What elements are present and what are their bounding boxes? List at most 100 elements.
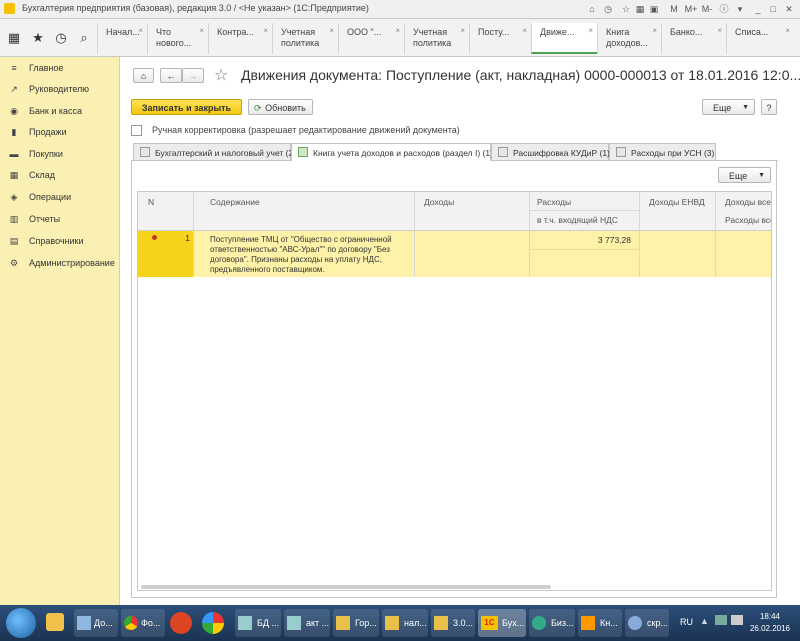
search-icon[interactable]: ⌕ xyxy=(75,29,93,47)
taskbar-item[interactable]: Биз... xyxy=(529,609,575,637)
window-title-bar: Бухгалтерия предприятия (базовая), редак… xyxy=(0,0,800,19)
back-button[interactable]: ← xyxy=(160,68,182,83)
clock-date[interactable]: 26.02.2016 xyxy=(748,624,792,633)
col-income-all-header[interactable]: Доходы всег xyxy=(725,197,771,207)
clock-time[interactable]: 18:44 xyxy=(750,612,790,621)
tab-organization[interactable]: ООО "... × xyxy=(338,23,404,54)
close-tab-icon[interactable]: × xyxy=(588,25,593,36)
tab-income-expense-book[interactable]: Книга учета доходов и расходов (раздел I… xyxy=(291,143,493,161)
sidebar-item-main[interactable]: ≡ Главное xyxy=(8,63,118,79)
close-tab-icon[interactable]: × xyxy=(199,25,204,36)
close-tab-icon[interactable]: × xyxy=(785,25,790,36)
close-icon[interactable]: ✕ xyxy=(783,3,795,15)
minimize-icon[interactable]: _ xyxy=(752,3,764,15)
sidebar-item-warehouse[interactable]: ▦ Склад xyxy=(8,170,118,186)
tab-accounting-tax[interactable]: Бухгалтерский и налоговый учет (2) xyxy=(133,143,296,160)
sections-grid-icon[interactable]: ▦ xyxy=(5,29,23,47)
tab-home[interactable]: Начал... × xyxy=(97,23,147,54)
sidebar-item-director[interactable]: ↗ Руководителю xyxy=(8,84,118,100)
home-button[interactable]: ⌂ xyxy=(133,68,154,83)
memory-mminus-button[interactable]: M- xyxy=(700,3,714,15)
table-row[interactable]: 1 Поступление ТМЦ от "Общество с огранич… xyxy=(138,231,771,277)
tab-accounting-policy-1[interactable]: Учетная политика × xyxy=(272,23,338,54)
sidebar-item-directories[interactable]: ▤ Справочники xyxy=(8,236,118,252)
taskbar-item[interactable]: Фо... xyxy=(121,609,165,637)
close-tab-icon[interactable]: × xyxy=(652,25,657,36)
horizontal-scrollbar[interactable] xyxy=(141,585,551,589)
close-tab-icon[interactable]: × xyxy=(138,25,143,36)
sidebar-item-purchases[interactable]: ▬ Покупки xyxy=(8,149,118,165)
taskbar-item[interactable]: акт ... xyxy=(284,609,330,637)
tab-income-book[interactable]: Книга доходов... × xyxy=(597,23,661,54)
col-expenses-all-header[interactable]: Расходы всег xyxy=(725,215,771,225)
col-expenses-header[interactable]: Расходы xyxy=(537,197,571,207)
col-content-header[interactable]: Содержание xyxy=(210,197,260,207)
taskbar-item[interactable]: БД ... xyxy=(235,609,281,637)
col-expenses-vat-header[interactable]: в т.ч. входящий НДС xyxy=(537,215,618,225)
tab-receipt[interactable]: Посту... × xyxy=(469,23,531,54)
tray-arrow-icon[interactable]: ▲ xyxy=(700,616,709,626)
star-icon[interactable]: ★ xyxy=(29,29,47,47)
close-tab-icon[interactable]: × xyxy=(717,25,722,36)
opera-icon[interactable] xyxy=(170,612,192,634)
close-tab-icon[interactable]: × xyxy=(522,25,527,36)
tab-document-movements[interactable]: Движе... × xyxy=(531,23,597,54)
table-more-button[interactable]: Еще ▼ xyxy=(718,167,771,183)
col-n-header[interactable]: N xyxy=(148,197,154,207)
tab-usn-expenses[interactable]: Расходы при УСН (3) xyxy=(609,143,716,160)
manual-correction-checkbox[interactable] xyxy=(131,125,142,136)
close-tab-icon[interactable]: × xyxy=(460,25,465,36)
save-and-close-button[interactable]: Записать и закрыть xyxy=(131,99,242,115)
movements-table[interactable]: N Содержание Доходы Расходы в т.ч. входя… xyxy=(137,191,772,591)
sidebar-item-administration[interactable]: ⚙ Администрирование xyxy=(8,258,118,274)
col-envd-income-header[interactable]: Доходы ЕНВД xyxy=(649,197,705,207)
row-content: Поступление ТМЦ от "Общество с ограничен… xyxy=(210,235,392,274)
sidebar-item-sales[interactable]: ▮ Продажи xyxy=(8,127,118,143)
taskbar-item[interactable]: До... xyxy=(74,609,118,637)
close-tab-icon[interactable]: × xyxy=(329,25,334,36)
favorite-star-icon[interactable]: ☆ xyxy=(214,65,228,85)
link-icon[interactable]: ⌂ xyxy=(586,3,598,15)
register-icon xyxy=(298,147,308,157)
help-button[interactable]: ? xyxy=(761,99,777,115)
chevron-down-icon: ▼ xyxy=(758,172,765,179)
taskbar-item-active[interactable]: 1С Бух... xyxy=(478,609,526,637)
sidebar-item-operations[interactable]: ◈ Операции xyxy=(8,192,118,208)
taskbar-item[interactable]: скр... xyxy=(625,609,669,637)
forward-button[interactable]: → xyxy=(182,68,204,83)
history-clock-icon[interactable]: ◷ xyxy=(52,29,70,47)
tab-kudir-breakdown[interactable]: Расшифровка КУДиР (1) xyxy=(491,143,610,160)
more-actions-button[interactable]: Еще ▼ xyxy=(702,99,755,115)
speaker-icon[interactable] xyxy=(731,615,743,625)
tab-accounting-policy-2[interactable]: Учетная политика × xyxy=(404,23,469,54)
tab-write-off[interactable]: Списа... × xyxy=(726,23,794,54)
calendar-icon[interactable]: ▣ xyxy=(648,3,660,15)
info-icon[interactable]: ⓘ xyxy=(718,3,730,15)
sidebar-item-reports[interactable]: ▥ Отчеты xyxy=(8,214,118,230)
refresh-button[interactable]: ⟳ Обновить xyxy=(248,99,313,115)
calc-icon[interactable]: ▦ xyxy=(634,3,646,15)
memory-mplus-button[interactable]: M+ xyxy=(684,3,698,15)
tab-bank[interactable]: Банко... × xyxy=(661,23,726,54)
tab-counterparty[interactable]: Контра... × xyxy=(208,23,272,54)
close-tab-icon[interactable]: × xyxy=(263,25,268,36)
sidebar-item-bank-cash[interactable]: ◉ Банк и касса xyxy=(8,106,118,122)
tray-icon[interactable] xyxy=(715,615,727,625)
tab-whats-new[interactable]: Что нового... × xyxy=(147,23,208,54)
taskbar-item[interactable]: нал... xyxy=(382,609,428,637)
mail-icon[interactable] xyxy=(46,613,64,631)
history-icon[interactable]: ◷ xyxy=(602,3,614,15)
app-1c-icon[interactable] xyxy=(4,3,15,14)
col-income-header[interactable]: Доходы xyxy=(424,197,454,207)
close-tab-icon[interactable]: × xyxy=(395,25,400,36)
taskbar-item[interactable]: Гор... xyxy=(333,609,379,637)
memory-m-button[interactable]: M xyxy=(668,3,680,15)
menu-icon[interactable]: ▾ xyxy=(734,3,746,15)
language-indicator[interactable]: RU xyxy=(680,617,693,627)
favorites-icon[interactable]: ☆ xyxy=(620,3,632,15)
maximize-icon[interactable]: □ xyxy=(767,3,779,15)
start-button[interactable] xyxy=(6,608,36,638)
taskbar-item[interactable]: Кн... xyxy=(578,609,622,637)
browser-icon[interactable] xyxy=(202,612,224,634)
taskbar-item[interactable]: 3.0... xyxy=(431,609,475,637)
